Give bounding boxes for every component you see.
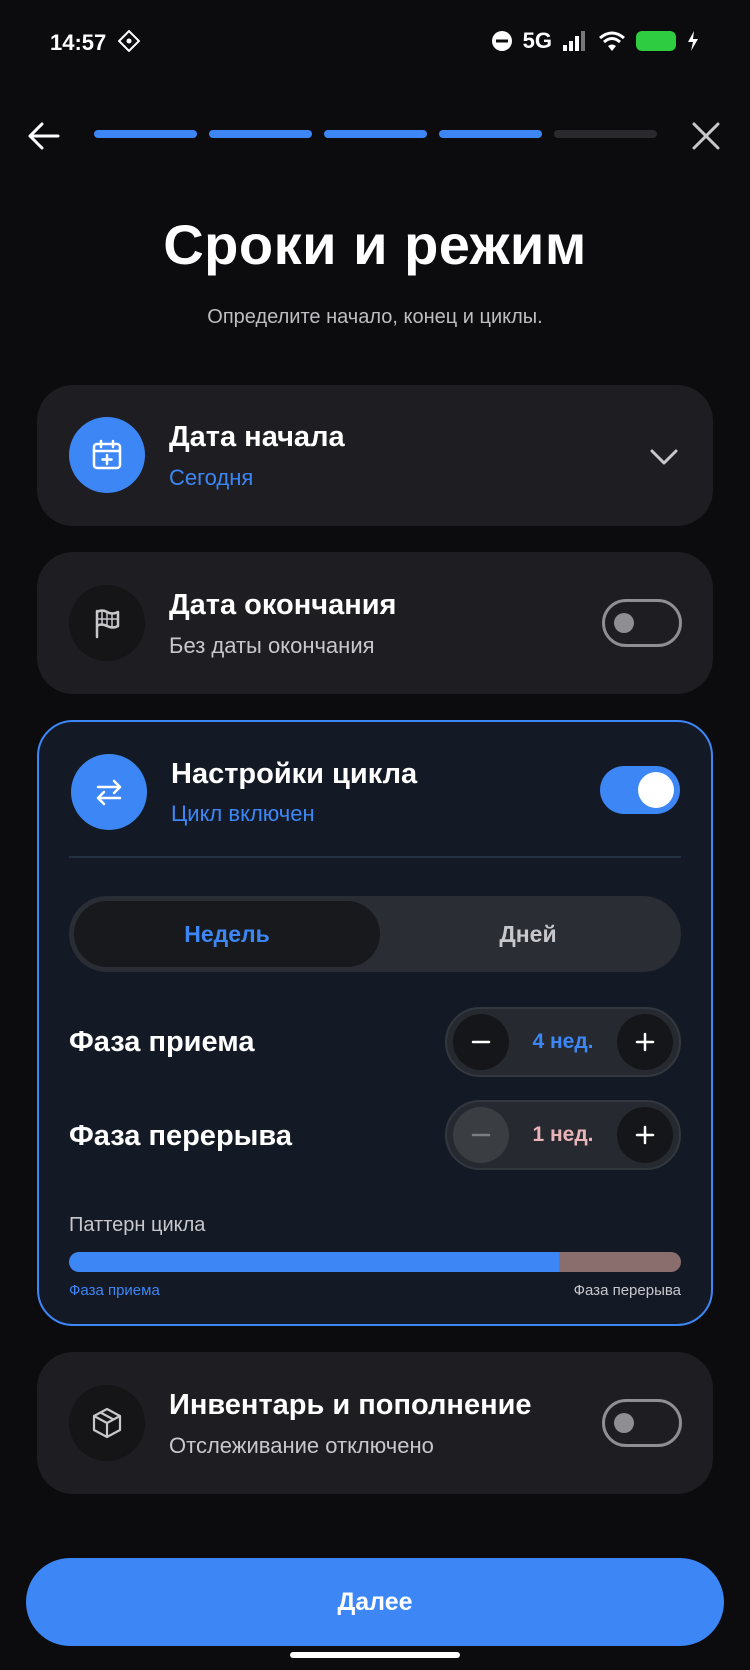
- break-phase-label: Фаза перерыва: [69, 1120, 292, 1152]
- page-title: Сроки и режим: [163, 213, 587, 276]
- progress-step: [94, 130, 197, 138]
- intake-phase-value: 4 нед.: [532, 1030, 594, 1053]
- next-button[interactable]: Далее: [26, 1558, 724, 1646]
- inventory-card: Инвентарь и пополнение Отслеживание откл…: [37, 1352, 713, 1494]
- network-type: 5G: [522, 28, 552, 53]
- home-indicator: [290, 1652, 460, 1658]
- plus-button[interactable]: [617, 1014, 673, 1070]
- inventory-toggle[interactable]: [602, 1399, 682, 1447]
- dnd-icon: [491, 31, 512, 51]
- tab-weeks[interactable]: Недель: [74, 901, 380, 967]
- break-phase-segment: [558, 1252, 681, 1272]
- divider: [69, 856, 681, 858]
- inventory-title: Инвентарь и пополнение: [169, 1389, 532, 1421]
- intake-phase-label: Фаза приема: [69, 1026, 255, 1058]
- start-date-card[interactable]: Дата начала Сегодня: [37, 385, 713, 526]
- chevron-down-icon[interactable]: [649, 447, 679, 467]
- page-subtitle: Определите начало, конец и циклы.: [207, 306, 543, 328]
- wifi-icon: [599, 31, 625, 51]
- step-progress: [94, 130, 657, 138]
- progress-step: [554, 130, 657, 138]
- progress-step: [209, 130, 312, 138]
- box-icon: [69, 1385, 145, 1461]
- unit-selector: Недель Дней: [69, 896, 681, 972]
- progress-step: [439, 130, 542, 138]
- cycle-settings-card: Настройки цикла Цикл включен Недель Дней…: [37, 720, 713, 1326]
- charging-icon: [688, 31, 698, 51]
- intake-phase-stepper: 4 нед.: [445, 1007, 681, 1077]
- cycle-title: Настройки цикла: [171, 758, 418, 790]
- start-date-title: Дата начала: [169, 421, 345, 453]
- pattern-legend-break: Фаза перерыва: [573, 1282, 681, 1299]
- calendar-plus-icon: [69, 417, 145, 493]
- end-date-card: Дата окончания Без даты окончания: [37, 552, 713, 694]
- cycle-pattern-bar: [69, 1252, 681, 1272]
- cycle-status: Цикл включен: [171, 801, 315, 826]
- inventory-status: Отслеживание отключено: [169, 1433, 434, 1458]
- end-date-toggle[interactable]: [602, 599, 682, 647]
- end-date-value: Без даты окончания: [169, 633, 375, 658]
- tab-days[interactable]: Дней: [380, 901, 676, 967]
- signal-icon: [563, 31, 585, 51]
- battery-icon: [636, 31, 676, 51]
- progress-step: [324, 130, 427, 138]
- minus-button[interactable]: [453, 1014, 509, 1070]
- minus-button[interactable]: [453, 1107, 509, 1163]
- close-icon[interactable]: [686, 116, 726, 156]
- flag-icon: [69, 585, 145, 661]
- cycle-toggle[interactable]: [600, 766, 680, 814]
- nfc-icon: [118, 30, 140, 52]
- break-phase-stepper: 1 нед.: [445, 1100, 681, 1170]
- intake-phase-segment: [69, 1252, 559, 1272]
- swap-arrows-icon: [71, 754, 147, 830]
- back-arrow-icon[interactable]: [24, 116, 64, 156]
- start-date-value: Сегодня: [169, 465, 254, 490]
- plus-button[interactable]: [617, 1107, 673, 1163]
- end-date-title: Дата окончания: [169, 589, 397, 621]
- status-indicators: 5G: [491, 28, 700, 54]
- break-phase-value: 1 нед.: [532, 1123, 594, 1146]
- status-time: 14:57: [50, 30, 107, 55]
- pattern-label: Паттерн цикла: [69, 1214, 206, 1236]
- pattern-legend-intake: Фаза приема: [69, 1282, 160, 1299]
